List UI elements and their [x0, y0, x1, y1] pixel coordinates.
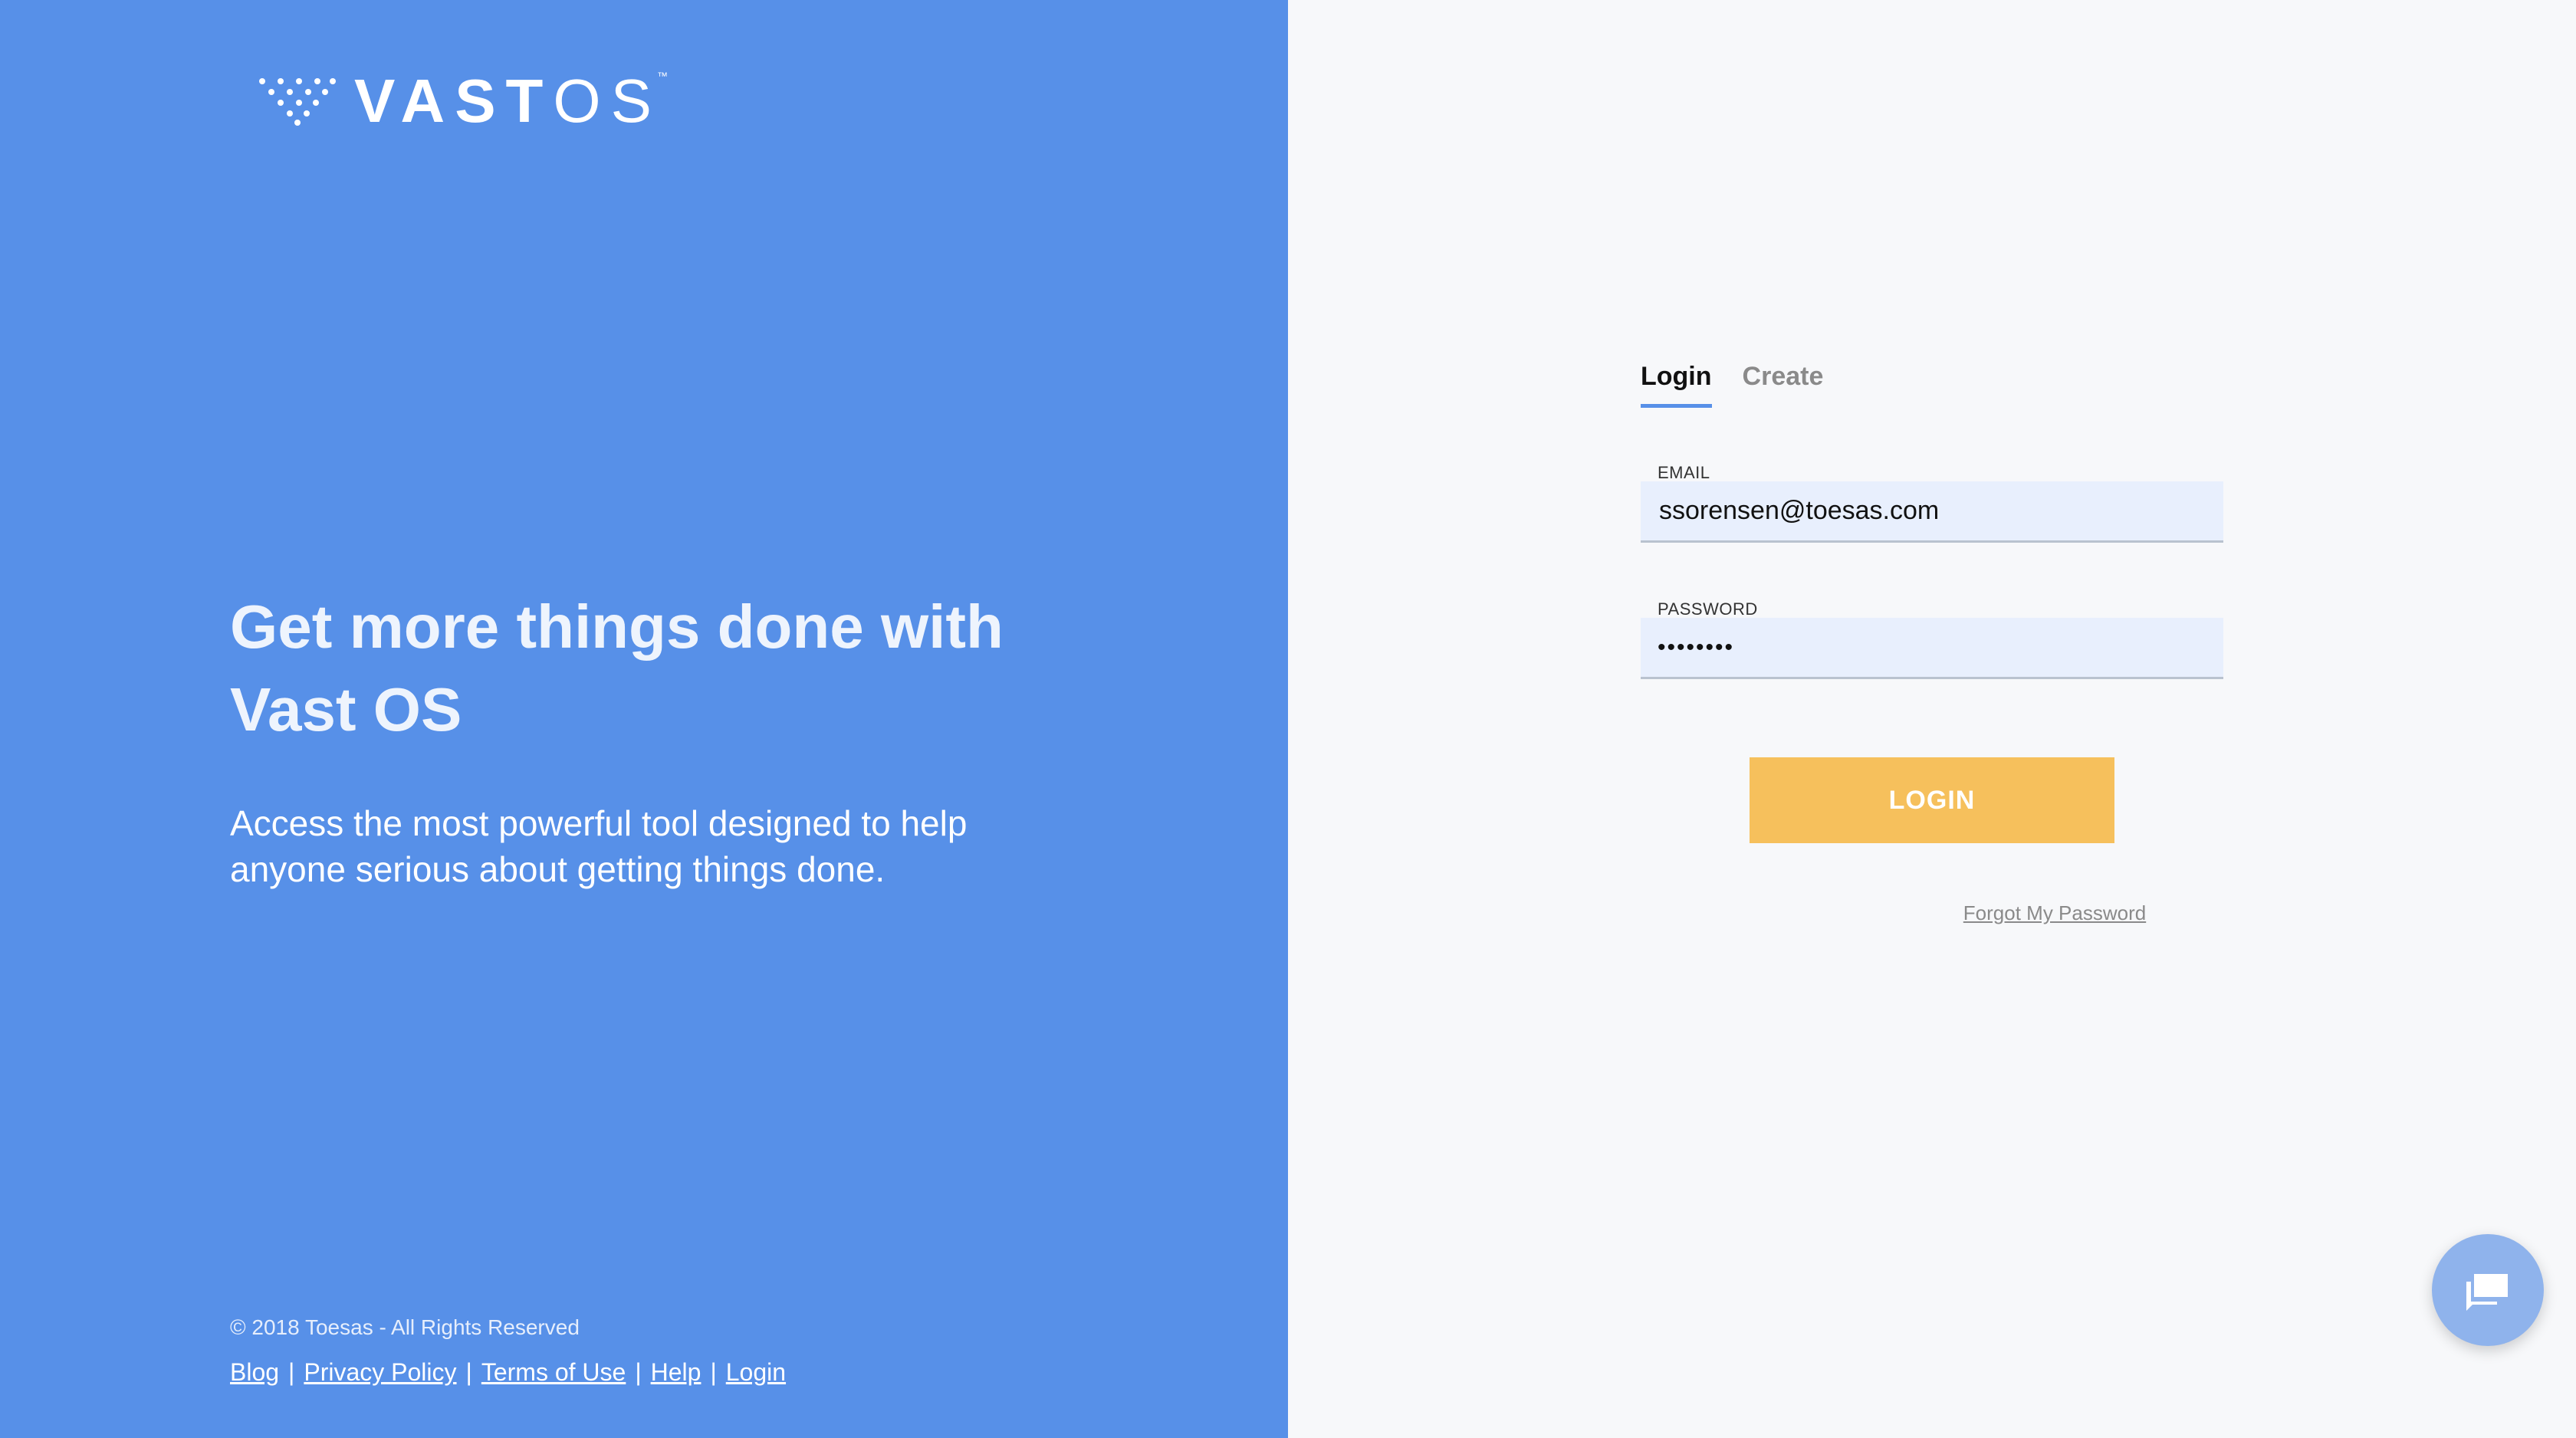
footer-separator: |: [635, 1358, 642, 1386]
footer-separator: |: [288, 1358, 295, 1386]
forgot-password-link[interactable]: Forgot My Password: [1963, 901, 2146, 924]
email-label: EMAIL: [1658, 463, 1710, 482]
tab-create[interactable]: Create: [1743, 362, 1824, 408]
dot-triangle-icon: [259, 78, 336, 126]
footer-link-blog[interactable]: Blog: [230, 1358, 279, 1386]
tab-login[interactable]: Login: [1641, 362, 1712, 408]
footer-link-help[interactable]: Help: [651, 1358, 702, 1386]
password-field[interactable]: ••••••••: [1641, 618, 2223, 679]
copyright-text: © 2018 Toesas - All Rights Reserved: [230, 1315, 580, 1339]
login-panel: Login Create EMAIL PASSWORD •••••••• LOG…: [1288, 0, 2576, 1438]
login-button[interactable]: LOGIN: [1750, 757, 2114, 843]
forgot-password-container: Forgot My Password: [1411, 901, 2576, 925]
auth-tabs: Login Create: [1641, 362, 1823, 408]
chat-bubble-icon: [2466, 1274, 2508, 1311]
footer-link-login[interactable]: Login: [726, 1358, 786, 1386]
footer-link-privacy-policy[interactable]: Privacy Policy: [304, 1358, 456, 1386]
trademark-symbol: ™: [657, 70, 678, 82]
footer-links: Blog | Privacy Policy | Terms of Use | Help | Lo…: [230, 1358, 786, 1387]
footer-link-terms-of-use[interactable]: Terms of Use: [481, 1358, 626, 1386]
hero-headline: Get more things done with Vast OS: [230, 593, 1004, 744]
email-field[interactable]: [1641, 481, 2223, 543]
brand-wordmark: VASTOS™: [354, 67, 678, 135]
email-input[interactable]: [1658, 495, 2223, 527]
password-label: PASSWORD: [1658, 599, 1758, 619]
footer-separator: |: [710, 1358, 717, 1386]
password-input[interactable]: ••••••••: [1658, 635, 1734, 661]
chat-button[interactable]: [2432, 1234, 2544, 1346]
brand-logo[interactable]: VASTOS™: [258, 71, 678, 132]
footer-separator: |: [465, 1358, 472, 1386]
hero-panel: VASTOS™ Get more things done with Vast O…: [0, 0, 1288, 1438]
hero-subline: Access the most powerful tool designed t…: [230, 803, 968, 889]
